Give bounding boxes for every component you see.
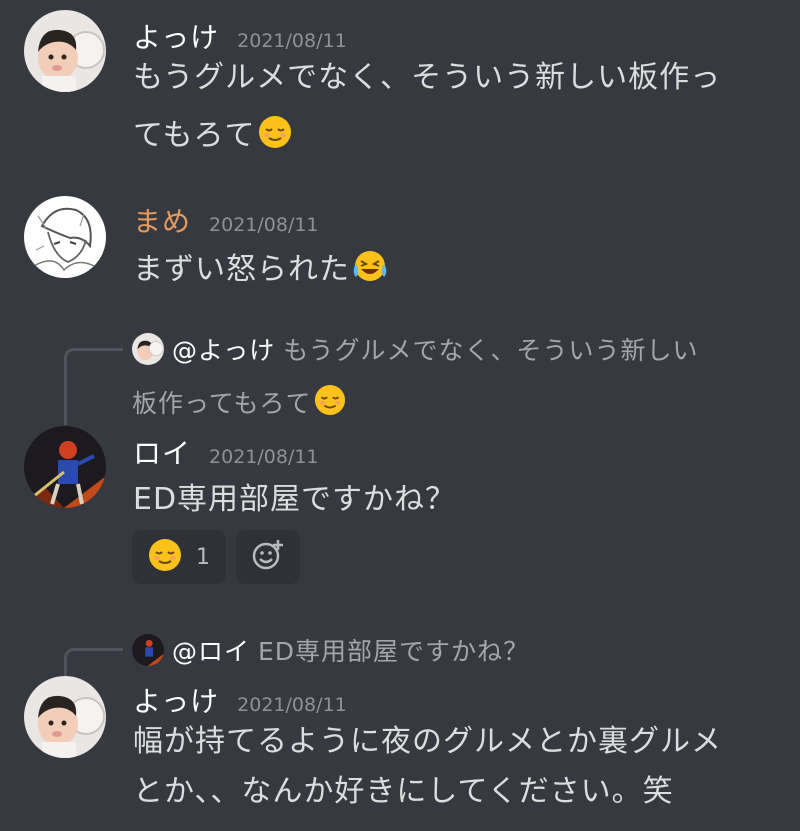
reaction-count: 1	[196, 544, 210, 570]
reply-text-continued: 板作ってもろて	[132, 384, 346, 422]
timestamp: 2021/08/11	[237, 30, 347, 52]
message-text: とか、、なんか好きにしてください。笑	[133, 774, 674, 809]
message-header: よっけ 2021/08/11	[133, 680, 347, 720]
timestamp: 2021/08/11	[237, 694, 347, 716]
reply-avatar	[132, 634, 164, 666]
relieved-face-emoji	[148, 538, 182, 576]
username[interactable]: よっけ	[133, 680, 219, 720]
reaction-button[interactable]: 1	[132, 530, 226, 584]
reply-text: ED専用部屋ですかね？	[258, 637, 530, 666]
message-text-line: まずい怒られた	[133, 252, 350, 287]
avatar-yokke[interactable]	[24, 676, 106, 758]
reply-text: もうグルメでなく、そういう新しい	[283, 336, 699, 365]
joy-face-emoji	[352, 249, 388, 291]
relieved-face-emoji	[314, 384, 346, 422]
username[interactable]: まめ	[133, 200, 191, 240]
reply-mention[interactable]: @ロイ	[172, 632, 250, 668]
reply-preview[interactable]: @よっけ もうグルメでなく、そういう新しい	[132, 331, 699, 367]
message-text: まずい怒られた	[133, 244, 388, 291]
message-text: もうグルメでなく、そういう新しい板作っ	[133, 60, 722, 95]
message-text: てもろて	[133, 110, 292, 157]
reply-text-line: 板作ってもろて	[132, 389, 312, 418]
reply-connector	[64, 348, 123, 425]
message-header: ロイ 2021/08/11	[133, 432, 319, 472]
avatar-roy[interactable]	[24, 426, 106, 508]
avatar-yokke[interactable]	[24, 10, 106, 92]
message-text: ED専用部屋ですかね？	[133, 482, 457, 517]
add-reaction-icon	[251, 538, 285, 576]
message-text: 幅が持てるように夜のグルメとか裏グルメ	[133, 724, 722, 759]
timestamp: 2021/08/11	[209, 446, 319, 468]
reply-avatar	[132, 333, 164, 365]
relieved-face-emoji	[258, 115, 292, 157]
add-reaction-button[interactable]	[236, 530, 300, 584]
reply-preview[interactable]: @ロイ ED専用部屋ですかね？	[132, 632, 529, 668]
message-text-line: てもろて	[133, 118, 256, 153]
chat-log: よっけ 2021/08/11 もうグルメでなく、そういう新しい板作っ てもろて …	[0, 0, 800, 831]
username[interactable]: よっけ	[133, 16, 219, 56]
reply-mention[interactable]: @よっけ	[172, 331, 275, 367]
avatar-mame[interactable]	[24, 196, 106, 278]
reply-connector	[64, 648, 123, 679]
message-header: まめ 2021/08/11	[133, 200, 319, 240]
timestamp: 2021/08/11	[209, 214, 319, 236]
message-header: よっけ 2021/08/11	[133, 16, 347, 56]
username[interactable]: ロイ	[133, 432, 191, 472]
